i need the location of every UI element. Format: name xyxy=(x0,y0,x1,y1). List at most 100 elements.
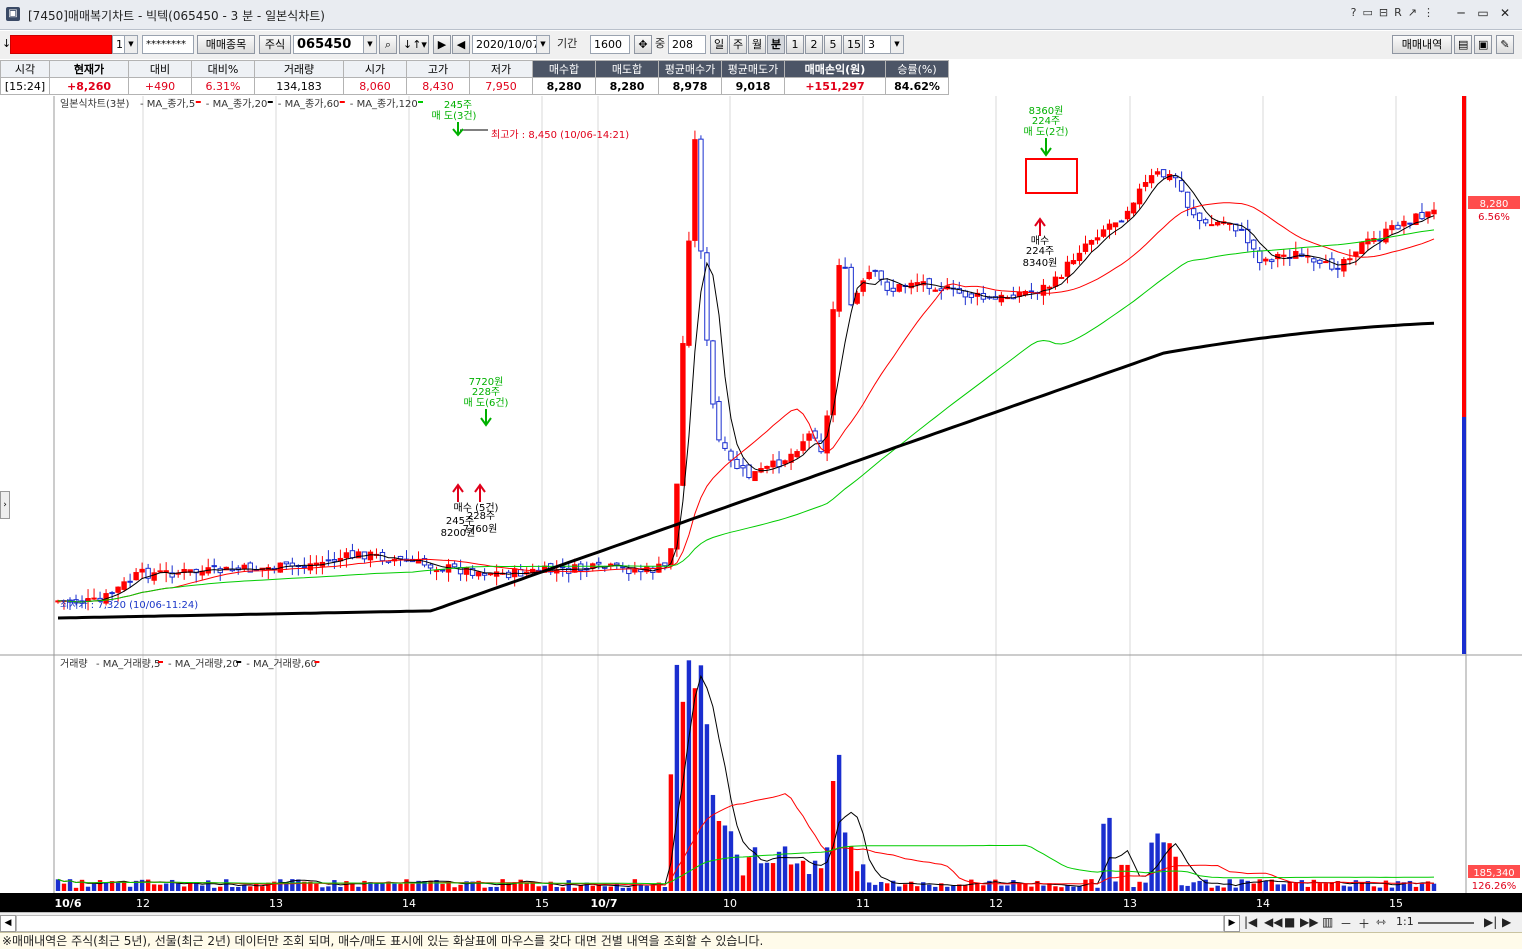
save-icon[interactable]: ▣ xyxy=(1474,35,1492,54)
password-field[interactable]: ******** xyxy=(142,35,194,54)
play-icon[interactable]: ▶ xyxy=(433,35,451,54)
buy-annotation-1[interactable]: 매수 (5건) 245주 228주 8200원 7760원 xyxy=(441,483,499,539)
account-number-field[interactable] xyxy=(10,35,112,54)
volume-bar xyxy=(668,774,674,891)
volume-legend-item: - MA_거래량,20 xyxy=(168,658,239,670)
candle-body xyxy=(932,289,938,292)
toggle-icon[interactable]: ▶ xyxy=(1502,915,1511,929)
stop-icon[interactable]: ■ xyxy=(1284,915,1295,929)
x-axis-label: 11 xyxy=(856,897,870,910)
ma-5-line xyxy=(57,174,1435,603)
candle-body xyxy=(307,563,314,571)
first-icon[interactable]: |◀ xyxy=(1244,915,1257,929)
candle-body xyxy=(127,580,133,583)
candle-body xyxy=(1407,222,1413,225)
candle-body xyxy=(716,401,722,441)
wrench-icon[interactable]: ✎ xyxy=(1496,35,1514,54)
tab-daily[interactable]: 일 xyxy=(710,35,728,54)
candle-body xyxy=(475,571,482,577)
trade-history-button[interactable]: 매매내역 xyxy=(1392,35,1452,54)
volume-bar xyxy=(230,887,235,891)
candle-body xyxy=(1335,267,1341,270)
sell-annotation-2[interactable]: 7720원 228주 매 도(6건) xyxy=(464,376,509,427)
account-suffix-select[interactable]: 1 ▼ xyxy=(112,35,138,54)
buy2-price: 8340원 xyxy=(1023,257,1058,269)
count-input[interactable]: 208 xyxy=(668,35,706,54)
volume-bar xyxy=(127,886,133,891)
sell-arrow-icon[interactable] xyxy=(452,122,464,137)
more-icon[interactable]: ⋮ xyxy=(1423,6,1440,19)
interval-5[interactable]: 5 xyxy=(824,35,842,54)
volume-bar xyxy=(1089,879,1094,891)
title-tool-icons[interactable]: ?▭⊟R↗⋮ xyxy=(1351,6,1440,19)
buy-annotation-2[interactable]: 매수 224주 8340원 xyxy=(1023,217,1058,269)
maximize-icon[interactable]: ▭ xyxy=(1474,5,1492,21)
tab-minute[interactable]: 분 xyxy=(767,35,785,54)
refresh-icon[interactable]: R xyxy=(1394,6,1408,19)
tab-weekly[interactable]: 주 xyxy=(729,35,747,54)
sort-icon[interactable]: ↓↑▾ xyxy=(399,35,429,54)
zoom-out-icon[interactable]: － xyxy=(1340,915,1352,932)
interval-select[interactable]: 3 ▼ xyxy=(864,35,904,54)
sell-arrow-icon[interactable] xyxy=(1040,138,1052,157)
folder-icon[interactable]: ▤ xyxy=(1454,35,1472,54)
legend-swatch xyxy=(418,101,423,103)
layout-icon[interactable]: ⊟ xyxy=(1379,6,1394,19)
sell3-count: 매 도(2건) xyxy=(1024,126,1069,138)
stock-code-input[interactable]: 065450 ▼ xyxy=(293,35,377,54)
high-price-label: 최고가 : 8,450 (10/06-14:21) xyxy=(491,129,629,141)
chart-svg[interactable]: 일본식차트(3분) - MA_종가,5- MA_종가,20- MA_종가,60-… xyxy=(0,96,1522,893)
candle-body xyxy=(746,464,752,479)
volume-bar xyxy=(55,879,61,891)
prev-icon[interactable]: ◀ xyxy=(452,35,470,54)
interval-2[interactable]: 2 xyxy=(805,35,823,54)
scroll-right-icon[interactable]: ▶ xyxy=(1224,915,1240,932)
scroll-track[interactable] xyxy=(16,915,1224,932)
scroll-left-icon[interactable]: ◀ xyxy=(0,915,16,932)
candle-body xyxy=(1425,211,1431,218)
rewind-icon[interactable]: ◀◀ xyxy=(1264,915,1282,929)
chart-area[interactable]: 일본식차트(3분) - MA_종가,5- MA_종가,20- MA_종가,60-… xyxy=(0,96,1522,896)
candle-body xyxy=(1094,237,1101,241)
period-input[interactable]: 1600 xyxy=(590,35,630,54)
interval-1[interactable]: 1 xyxy=(786,35,804,54)
volume-bar xyxy=(806,874,812,891)
value-volume: 134,183 xyxy=(254,77,344,95)
volume-bar xyxy=(1125,864,1130,891)
tab-monthly[interactable]: 월 xyxy=(748,35,766,54)
trade-items-button[interactable]: 매매종목 xyxy=(197,35,255,54)
chart-scrollbar[interactable]: ◀ ▶ |◀ ◀◀ ■ ▶▶ ▥ － ＋ ⇿ 1:1 ▶| ▶ xyxy=(0,912,1522,933)
market-type-button[interactable]: 주식 xyxy=(259,35,291,54)
date-field[interactable]: 2020/10/07 ▼ xyxy=(472,35,550,54)
window-icon[interactable]: ▭ xyxy=(1363,6,1379,19)
zoom-slider[interactable] xyxy=(1418,922,1474,924)
volume-bar xyxy=(1005,885,1010,891)
candle-body xyxy=(1208,224,1215,227)
minimize-icon[interactable]: ─ xyxy=(1452,5,1470,21)
zoom-in-icon[interactable]: ＋ xyxy=(1358,915,1370,932)
link-icon[interactable]: ↗ xyxy=(1408,6,1423,19)
volume-bar xyxy=(350,883,355,891)
crosshair-icon[interactable]: ✥ xyxy=(634,35,652,54)
forward-icon[interactable]: ▶▶ xyxy=(1300,915,1318,929)
volume-bar xyxy=(572,887,577,891)
buy-arrow-icon[interactable] xyxy=(474,483,486,502)
candle-body xyxy=(1329,258,1335,270)
fit-icon[interactable]: ⇿ xyxy=(1376,915,1386,929)
chart-icon[interactable]: ▥ xyxy=(1322,915,1333,929)
last-icon[interactable]: ▶| xyxy=(1484,915,1497,929)
close-icon[interactable]: ✕ xyxy=(1496,5,1514,21)
value-change-pct: 6.31% xyxy=(191,77,255,95)
help-icon[interactable]: ? xyxy=(1351,6,1363,19)
value-profit: +151,297 xyxy=(784,77,886,95)
buy-arrow-icon[interactable] xyxy=(1034,217,1046,236)
down-arrow-icon[interactable]: ↓ xyxy=(2,35,11,54)
sell-annotation-3[interactable]: 8360원 224주 매 도(2건) xyxy=(1024,105,1078,194)
volume-bar xyxy=(1071,886,1076,891)
expand-panel-icon[interactable]: › xyxy=(0,491,10,519)
search-icon[interactable]: ⌕ xyxy=(379,35,397,54)
buy-arrow-icon[interactable] xyxy=(452,483,464,502)
sell-arrow-icon[interactable] xyxy=(480,409,492,427)
header-avg-buy: 평균매수가 xyxy=(658,60,722,78)
interval-15[interactable]: 15 xyxy=(843,35,863,54)
